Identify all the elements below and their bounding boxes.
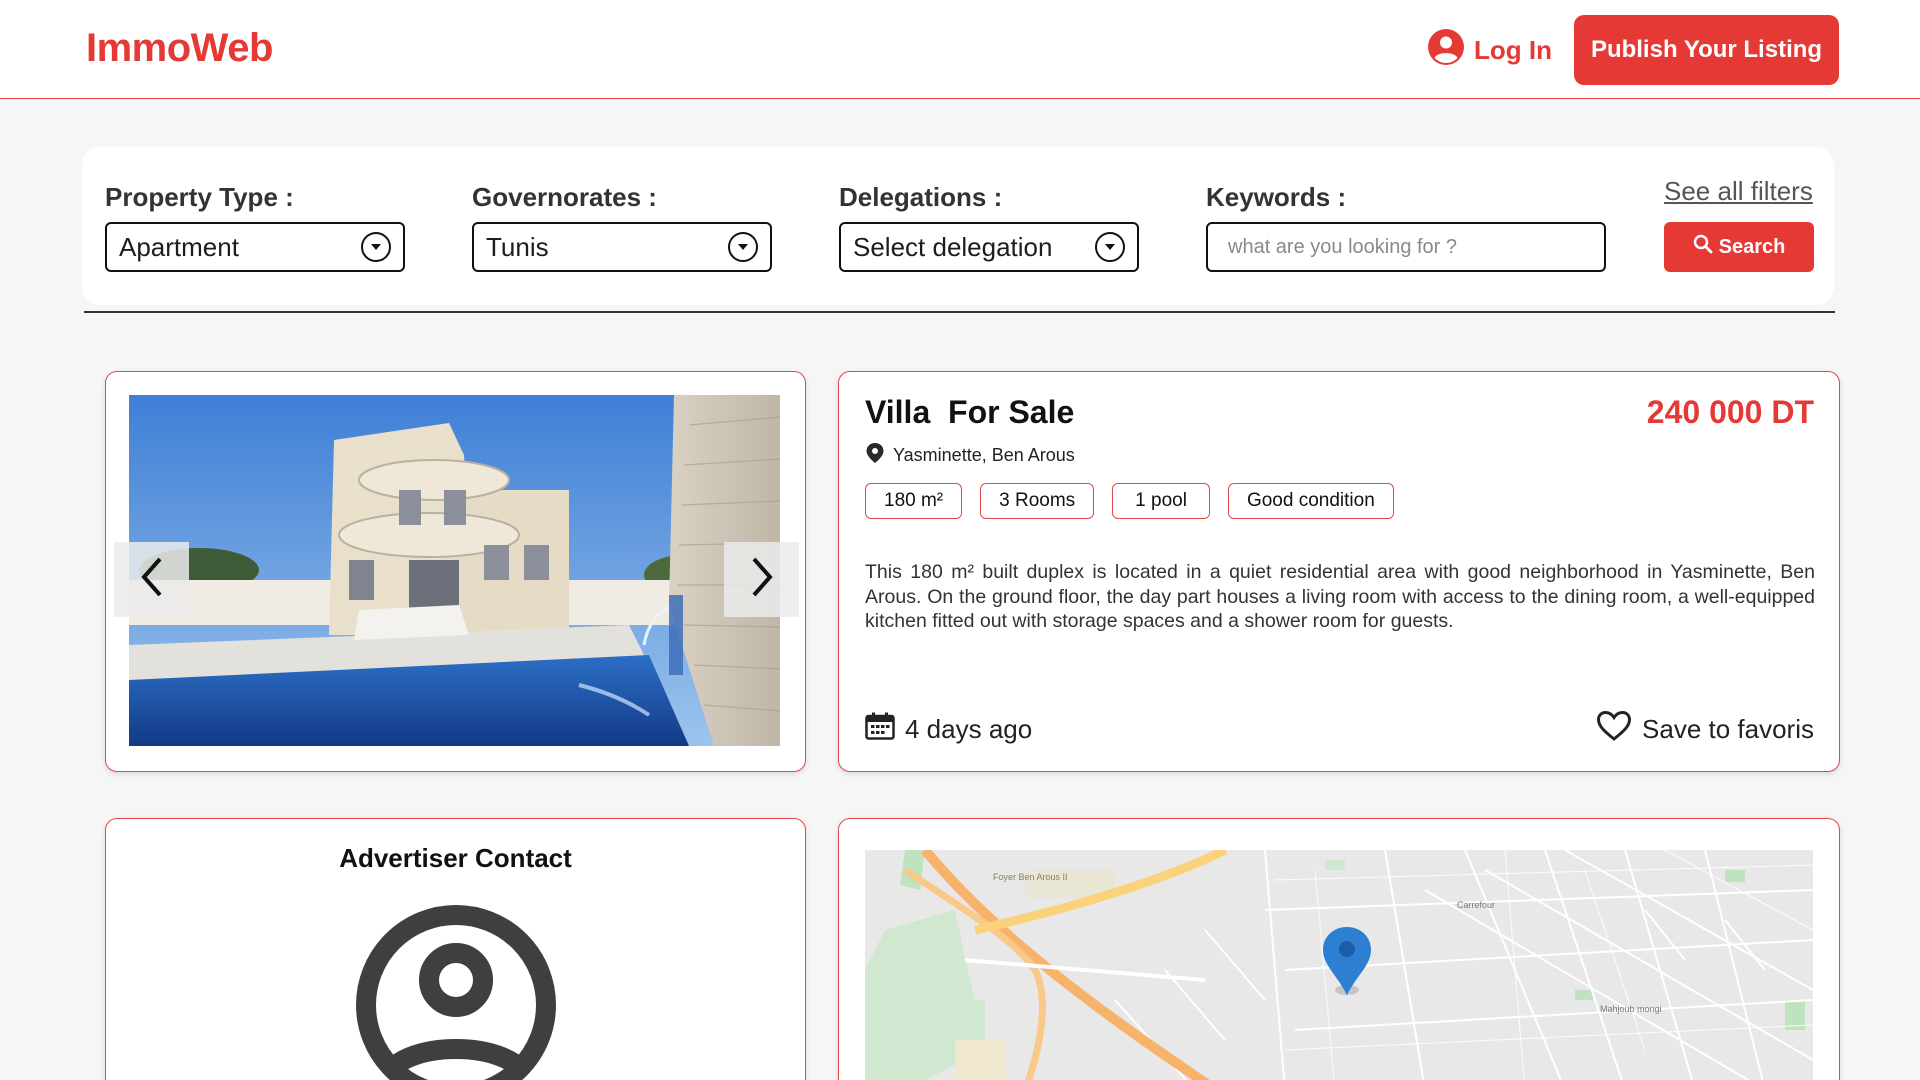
chevron-down-icon — [361, 232, 391, 262]
contact-title: Advertiser Contact — [339, 843, 572, 873]
keywords-input[interactable] — [1206, 222, 1606, 272]
login-link[interactable]: Log In — [1428, 28, 1552, 72]
governorates-label: Governorates : — [472, 182, 657, 212]
advertiser-contact-card: Advertiser Contact — [105, 818, 806, 1080]
governorates-select[interactable]: Tunis — [472, 222, 772, 272]
delegations-label: Delegations : — [839, 182, 1003, 212]
property-photo[interactable] — [129, 395, 780, 746]
search-icon — [1693, 234, 1713, 260]
property-type-value: Apartment — [119, 231, 239, 262]
tag-rooms: 3 Rooms — [980, 483, 1095, 519]
listing-description: This 180 m² built duplex is located in a… — [865, 561, 1815, 632]
section-divider — [84, 311, 1835, 313]
top-header: ImmoWeb Log In Publish Your Listing — [0, 0, 1920, 99]
chevron-down-icon — [1095, 232, 1125, 262]
delegations-select[interactable]: Select delegation — [839, 222, 1139, 272]
location-pin-icon — [865, 442, 885, 469]
tag-pool: 1 pool — [1112, 483, 1210, 519]
tag-area: 180 m² — [865, 483, 963, 519]
search-button[interactable]: Search — [1664, 222, 1814, 272]
posted-date: 4 days ago — [865, 712, 1032, 747]
chevron-left-icon — [138, 555, 166, 604]
heart-outline-icon — [1596, 710, 1632, 749]
property-type-select[interactable]: Apartment — [105, 222, 405, 272]
posted-text: 4 days ago — [905, 714, 1033, 744]
listing-title: Villa For Sale — [865, 394, 1075, 430]
search-button-label: Search — [1718, 235, 1786, 258]
save-to-favorites-button[interactable]: Save to favoris — [1596, 710, 1814, 749]
location-map-card: Foyer Ben Arous II Carrefour Mahjoub mon… — [838, 818, 1840, 1080]
see-all-filters-link[interactable]: See all filters — [1664, 176, 1813, 207]
user-avatar-icon — [355, 904, 557, 1080]
chevron-right-icon — [748, 555, 776, 604]
listing-details-card: Villa For Sale 240 000 DT Yasminette, Be… — [838, 371, 1840, 772]
publish-listing-button[interactable]: Publish Your Listing — [1574, 15, 1839, 85]
save-label: Save to favoris — [1642, 714, 1814, 744]
map-label-carrefour: Carrefour — [1457, 900, 1495, 910]
tag-condition: Good condition — [1227, 483, 1394, 519]
governorates-value: Tunis — [486, 231, 549, 262]
keywords-label: Keywords : — [1206, 182, 1347, 212]
next-photo-button[interactable] — [724, 542, 799, 617]
delegations-value: Select delegation — [853, 231, 1053, 262]
listing-price: 240 000 DT — [1646, 394, 1814, 430]
feature-tags: 180 m² 3 Rooms 1 pool Good condition — [865, 483, 1394, 519]
property-type-label: Property Type : — [105, 182, 294, 212]
login-label: Log In — [1474, 34, 1552, 65]
chevron-down-icon — [728, 232, 758, 262]
photo-gallery-card — [105, 371, 806, 772]
map-label-foyer: Foyer Ben Arous II — [993, 872, 1068, 882]
map-label-mahjoub: Mahjoub mongi — [1600, 1004, 1662, 1014]
calendar-icon — [865, 712, 895, 747]
site-logo[interactable]: ImmoWeb — [86, 26, 273, 71]
listing-location: Yasminette, Ben Arous — [865, 442, 1075, 469]
user-circle-icon — [1428, 28, 1464, 72]
location-text: Yasminette, Ben Arous — [893, 445, 1075, 465]
location-map[interactable]: Foyer Ben Arous II Carrefour Mahjoub mon… — [865, 850, 1813, 1080]
previous-photo-button[interactable] — [114, 542, 189, 617]
